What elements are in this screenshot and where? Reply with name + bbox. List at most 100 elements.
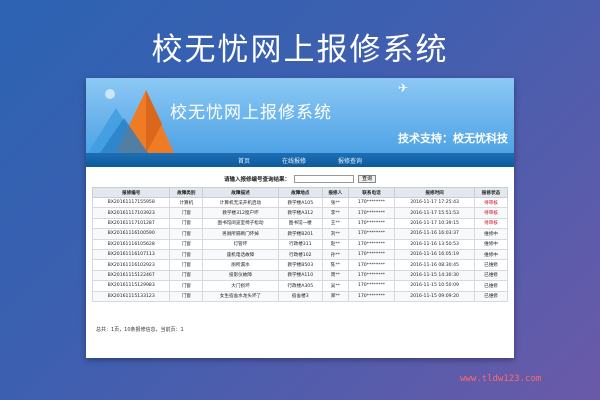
table-cell: BX20161117103923	[91, 207, 171, 219]
table-row[interactable]: BX20161116107113 门窗 座机电话故障 行政楼102 孙** 170****…	[91, 248, 509, 261]
table-cell: 170********	[347, 238, 396, 250]
table-cell: 行政楼A305	[277, 280, 323, 292]
table-cell: BX20161116107113	[91, 248, 171, 261]
table-row[interactable]: BX20161115129983 门窗 大门损坏 行政楼A305 吴** 170*****…	[91, 280, 509, 292]
table-row[interactable]: BX20161116105628 门窗 灯管坏 行政楼311 赵** 170*******…	[91, 238, 509, 250]
table-cell: 门窗	[169, 259, 204, 271]
table-cell: 待审核	[473, 196, 509, 209]
table-cell: 教学楼A105	[277, 196, 323, 209]
query-button[interactable]: 查询	[358, 175, 377, 183]
table-cell: 170********	[347, 280, 396, 292]
query-input[interactable]	[294, 175, 354, 183]
table-row[interactable]: BX20161117101287 门窗 图书馆阅览室椅子松动 图书馆一楼 王** 170*…	[91, 217, 509, 230]
table-cell: 2016-11-15 10:50:09	[394, 280, 475, 292]
nav-item-repair-query[interactable]: 报修查询	[338, 156, 362, 165]
nav-bar: 首页 在线报修 报修查询	[86, 153, 514, 167]
table-cell: 待审核	[473, 217, 509, 230]
nav-item-online-repair[interactable]: 在线报修	[282, 156, 306, 165]
table-cell: 灯管坏	[202, 238, 279, 250]
table-cell: 投影仪故障	[202, 269, 279, 282]
table-row[interactable]: BX20161117103923 门窗 教学楼312窗户坏 教学楼A312 李** 170…	[91, 207, 509, 219]
watermark: www.tldw123.com	[460, 374, 542, 384]
table-header-row: 报修编号 故障类别 故障描述 故障地点 报修人 联系电话 报修时间 报修状态	[91, 187, 509, 198]
table-cell: 大门损坏	[202, 280, 279, 292]
page-title: 校无忧网上报修系统	[151, 32, 449, 68]
table-cell: BX20161116100590	[91, 228, 171, 240]
table-cell: 男厕所隔断门坏掉	[202, 228, 279, 240]
table-cell: 图书馆阅览室椅子松动	[202, 217, 279, 230]
table-cell: BX20161115133123	[91, 290, 171, 302]
table-cell: 维修中	[473, 238, 509, 250]
table-cell: 宿舍楼3	[277, 290, 323, 302]
table-cell: 教学楼A110	[277, 269, 323, 282]
column-header: 报修人	[321, 187, 349, 198]
table-cell: 计算机	[169, 196, 204, 209]
table-cell: 170********	[347, 269, 396, 282]
table-cell: 周**	[321, 269, 349, 282]
table-cell: 张**	[321, 196, 349, 209]
table-row[interactable]: BX20161116102923 门窗 厕所漏水 教学楼B503 陈** 170*****…	[91, 259, 509, 271]
column-header: 报修状态	[473, 187, 509, 198]
table-cell: 门窗	[169, 238, 204, 250]
column-header: 故障地点	[277, 187, 323, 198]
table-cell: 计算机无法开机启动	[202, 196, 279, 209]
system-screenshot: 校无忧网上报修系统 ✈ 技术支持：校无忧科技 首页 在线报修 报修查询 请输入报…	[86, 78, 514, 358]
table-cell: 170********	[347, 228, 396, 240]
table-cell: 2016-11-16 08:30:45	[394, 259, 475, 271]
table-cell: 图书馆一楼	[277, 217, 323, 230]
table-cell: 已维修	[473, 259, 509, 271]
table-cell: 门窗	[169, 280, 204, 292]
table-cell: 170********	[347, 290, 396, 302]
table-cell: 2016-11-17 17:25:43	[394, 196, 475, 209]
table-cell: 门窗	[169, 248, 204, 261]
table-cell: BX20161116105628	[91, 238, 171, 250]
table-cell: BX20161115122467	[91, 269, 171, 282]
table-row[interactable]: BX20161116100590 门窗 男厕所隔断门坏掉 教学楼B201 刘** 170*…	[91, 228, 509, 240]
table-cell: 待审核	[473, 207, 509, 219]
column-header: 报修时间	[394, 187, 475, 198]
column-header: 联系电话	[347, 187, 396, 198]
table-cell: BX20161116102923	[91, 259, 171, 271]
table-cell: 2016-11-16 16:03:37	[394, 228, 475, 240]
table-cell: 已维修	[473, 280, 509, 292]
header-banner: 校无忧网上报修系统 ✈ 技术支持：校无忧科技	[86, 78, 514, 153]
table-cell: 厕所漏水	[202, 259, 279, 271]
table-cell: 维修中	[473, 248, 509, 261]
table-cell: 教学楼312窗户坏	[202, 207, 279, 219]
table-cell: 教学楼A312	[277, 207, 323, 219]
table-cell: 170********	[347, 217, 396, 230]
table-cell: 座机电话故障	[202, 248, 279, 261]
table-row[interactable]: BX20161115133123 门窗 女生宿舍水龙头坏了 宿舍楼3 郑** 170***…	[91, 290, 509, 302]
tech-support-text: 技术支持：校无忧科技	[398, 132, 508, 145]
table-cell: 门窗	[169, 228, 204, 240]
table-cell: 2016-11-17 15:51:53	[394, 207, 475, 219]
table-cell: 吴**	[321, 280, 349, 292]
table-cell: 女生宿舍水龙头坏了	[202, 290, 279, 302]
table-body: BX20161117155958 计算机 计算机无法开机启动 教学楼A105 张** 17…	[91, 196, 509, 302]
table-cell: 2016-11-15 09:09:20	[394, 290, 475, 302]
table-cell: 维修中	[473, 228, 509, 240]
table-cell: BX20161117101287	[91, 217, 171, 230]
table-cell: BX20161115129983	[91, 280, 171, 292]
table-cell: 王**	[321, 217, 349, 230]
table-cell: 孙**	[321, 248, 349, 261]
table-cell: 教学楼B201	[277, 228, 323, 240]
table-cell: 教学楼B503	[277, 259, 323, 271]
query-bar: 请输入报修编号查询结果： 查询	[86, 173, 514, 185]
table-cell: 已维修	[473, 290, 509, 302]
table-cell: 170********	[347, 248, 396, 261]
column-header: 故障类别	[169, 187, 204, 198]
table-row[interactable]: BX20161115122467 门窗 投影仪故障 教学楼A110 周** 170****…	[91, 269, 509, 282]
table-cell: 门窗	[169, 290, 204, 302]
table-cell: 郑**	[321, 290, 349, 302]
table-cell: 赵**	[321, 238, 349, 250]
table-row[interactable]: BX20161117155958 计算机 计算机无法开机启动 教学楼A105 张** 17…	[91, 196, 509, 209]
airplane-icon: ✈	[398, 81, 409, 95]
pagination-info: 总共：1页，10条报修信息，当前页：1	[96, 327, 184, 333]
column-header: 报修编号	[91, 187, 171, 198]
nav-item-home[interactable]: 首页	[238, 156, 250, 165]
table-cell: 170********	[347, 196, 396, 209]
banner-title: 校无忧网上报修系统	[170, 103, 332, 123]
repair-table: 报修编号 故障类别 故障描述 故障地点 报修人 联系电话 报修时间 报修状态 B…	[91, 187, 509, 302]
table-cell: 李**	[321, 207, 349, 219]
